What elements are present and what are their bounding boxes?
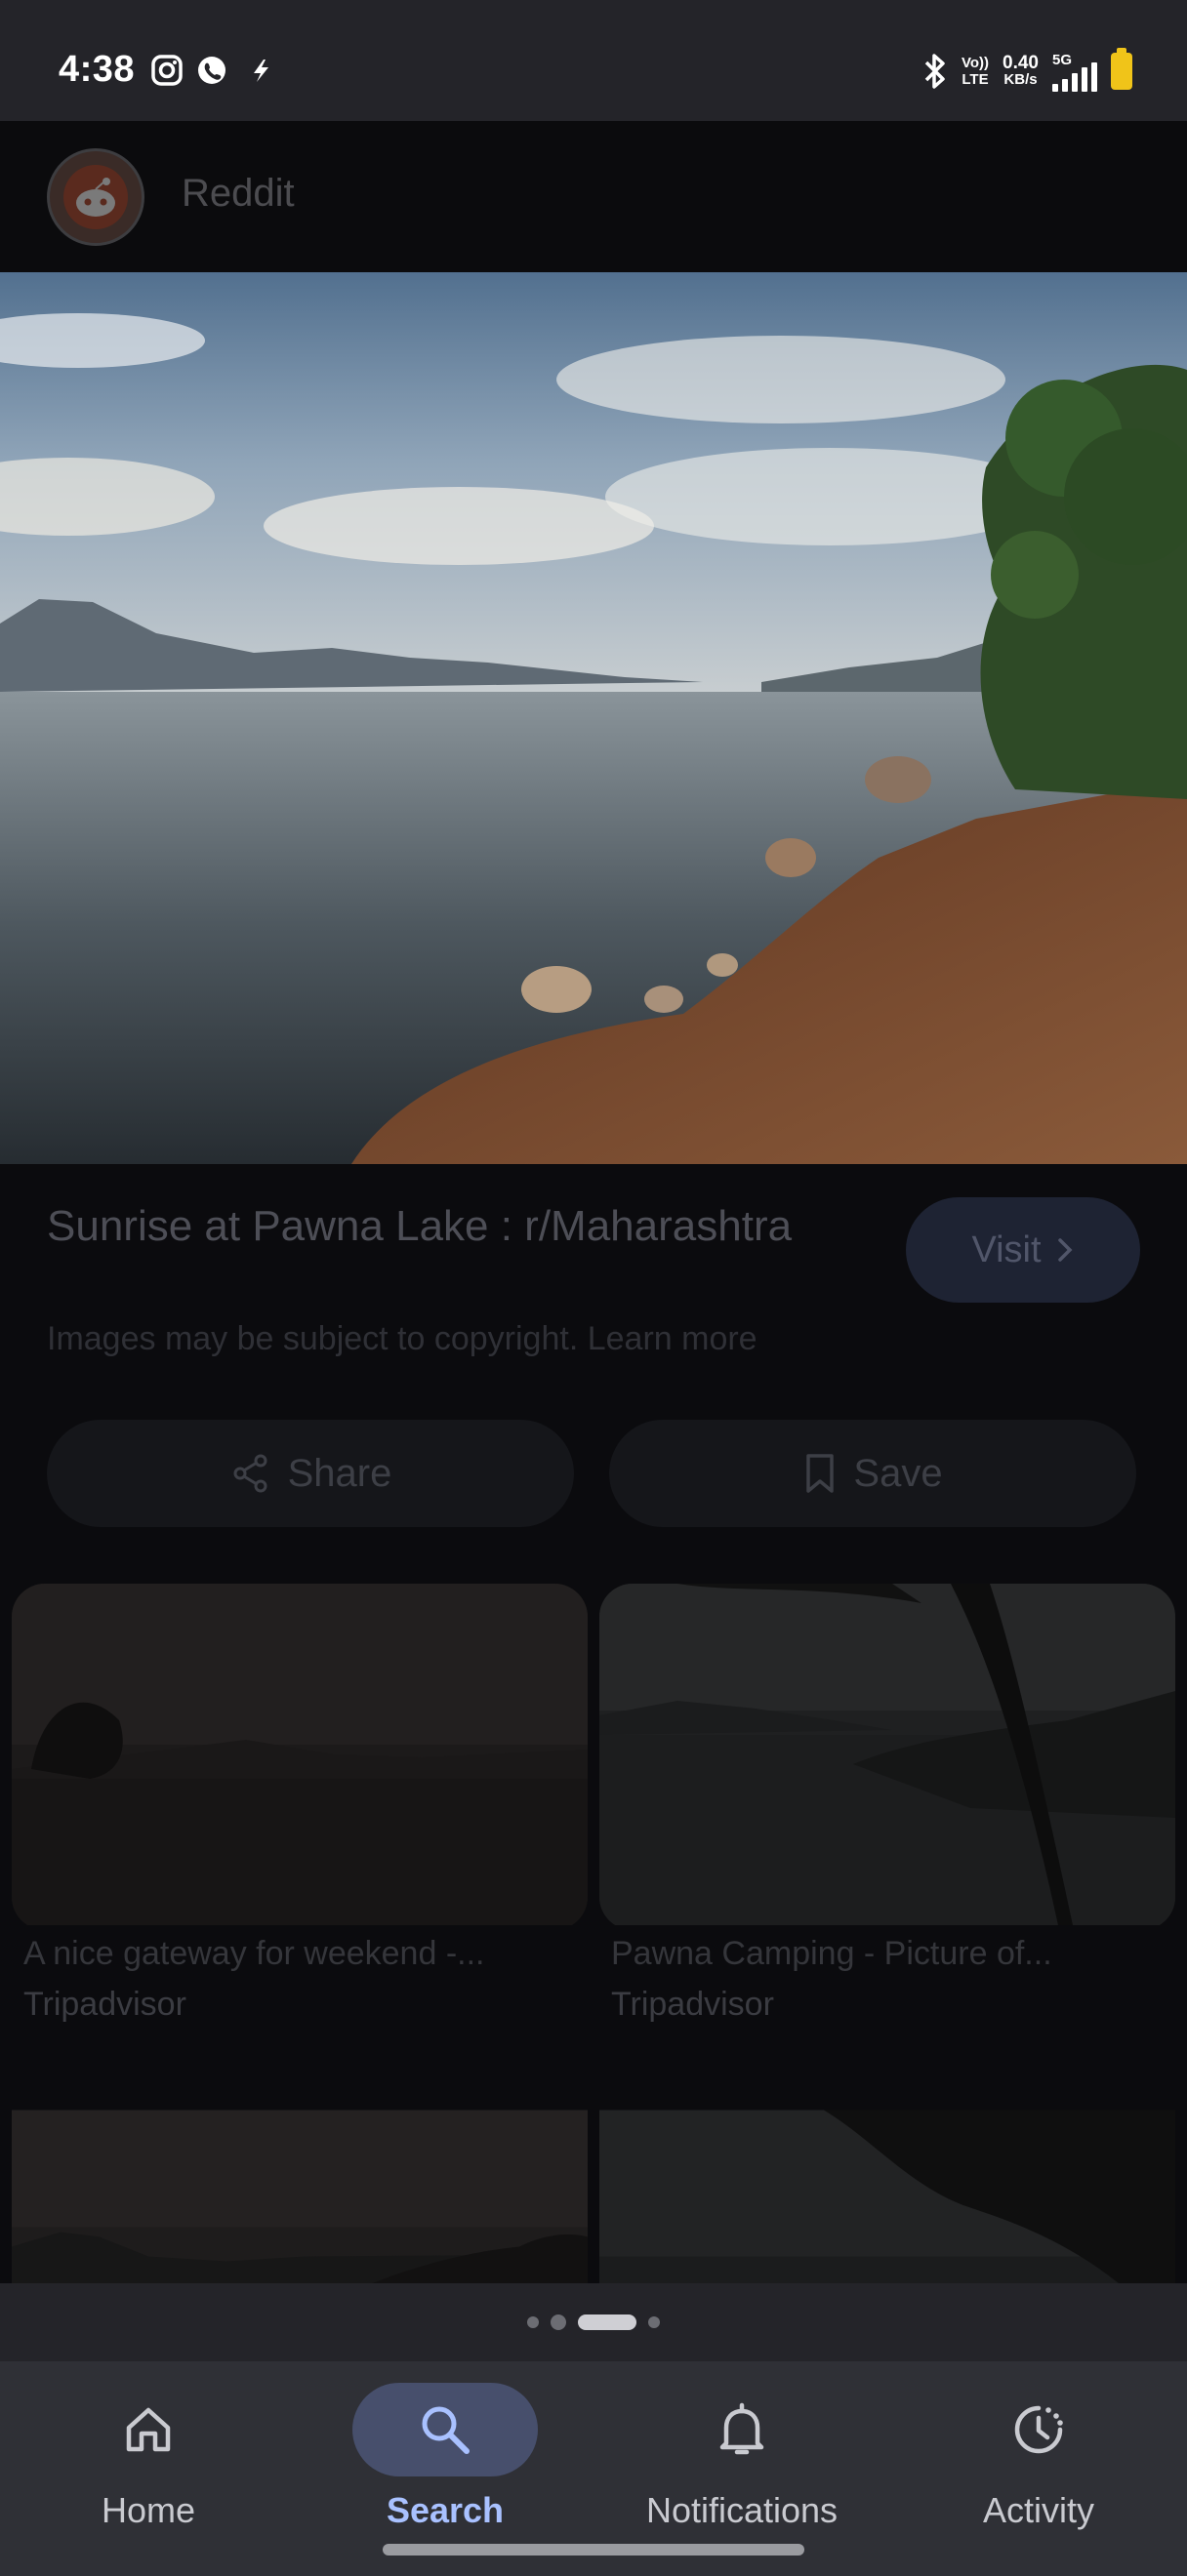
whatsapp-icon [198, 57, 225, 84]
screen: 4:38 Vo)) LTE 0.40 KB/s 5G Reddit Sunris… [0, 0, 1187, 2576]
related-card[interactable] [599, 2054, 1175, 2283]
battery-icon [1111, 48, 1132, 90]
status-time: 4:38 [59, 49, 136, 90]
share-button[interactable]: Share [47, 1420, 574, 1527]
status-right-icons: Vo)) LTE 0.40 KB/s 5G [922, 48, 1132, 94]
nav-activity[interactable]: Activity [890, 2371, 1187, 2547]
save-button[interactable]: Save [609, 1420, 1136, 1527]
source-name[interactable]: Reddit [182, 172, 295, 216]
share-icon [233, 1454, 267, 1493]
page-dot-active[interactable] [578, 2314, 636, 2330]
copyright-note[interactable]: Images may be subject to copyright. Lear… [47, 1320, 757, 1358]
bluetooth-icon [924, 54, 945, 89]
nav-notifications[interactable]: Notifications [594, 2371, 890, 2547]
page-indicator [0, 2283, 1187, 2361]
flash-icon [254, 60, 268, 82]
nav-activity-label: Activity [982, 2490, 1094, 2530]
page-dot[interactable] [648, 2316, 660, 2328]
search-icon [422, 2406, 470, 2454]
page-dot[interactable] [527, 2316, 539, 2328]
home-icon [126, 2407, 171, 2452]
share-label: Share [287, 1451, 392, 1495]
page-dot[interactable] [551, 2314, 566, 2330]
related-source: Tripadvisor [611, 1986, 774, 2023]
related-image [599, 1584, 1175, 1925]
related-card[interactable] [12, 2054, 588, 2283]
nav-home[interactable]: Home [0, 2371, 297, 2547]
related-card[interactable] [599, 1584, 1175, 1930]
main-image[interactable] [0, 272, 1187, 1164]
visit-label: Visit [971, 1228, 1042, 1270]
related-card[interactable] [12, 1584, 588, 1930]
nav-search-label: Search [386, 2490, 505, 2530]
status-bar: 4:38 Vo)) LTE 0.40 KB/s 5G [0, 0, 1187, 121]
bell-icon [719, 2402, 764, 2455]
activity-icon [1014, 2405, 1063, 2454]
network-speed: 0.40 KB/s [1003, 53, 1039, 88]
visit-button[interactable]: Visit [906, 1197, 1140, 1303]
source-header: Reddit [0, 121, 1187, 272]
reddit-icon[interactable] [47, 148, 144, 246]
bookmark-icon [806, 1454, 835, 1493]
gesture-bar[interactable] [383, 2544, 804, 2556]
related-image [599, 2110, 1175, 2283]
related-image [12, 1584, 588, 1925]
related-image [12, 2110, 588, 2283]
related-caption[interactable]: A nice gateway for weekend -... [23, 1935, 484, 1973]
signal-icon [1052, 61, 1097, 92]
nav-search[interactable]: Search [297, 2371, 594, 2547]
save-label: Save [853, 1451, 943, 1495]
nav-home-label: Home [101, 2490, 196, 2530]
network-type: Vo)) LTE [961, 55, 990, 88]
result-title[interactable]: Sunrise at Pawna Lake : r/Maharashtra [47, 1197, 847, 1256]
result-panel: Sunrise at Pawna Lake : r/Maharashtra Im… [0, 1164, 1187, 2283]
active-indicator [352, 2383, 538, 2476]
chevron-right-icon [1057, 1238, 1073, 1262]
nav-notifications-label: Notifications [645, 2490, 839, 2530]
signal-group: 5G [1052, 52, 1097, 92]
related-source: Tripadvisor [23, 1986, 186, 2023]
instagram-icon [151, 55, 183, 86]
related-caption[interactable]: Pawna Camping - Picture of... [611, 1935, 1052, 1973]
